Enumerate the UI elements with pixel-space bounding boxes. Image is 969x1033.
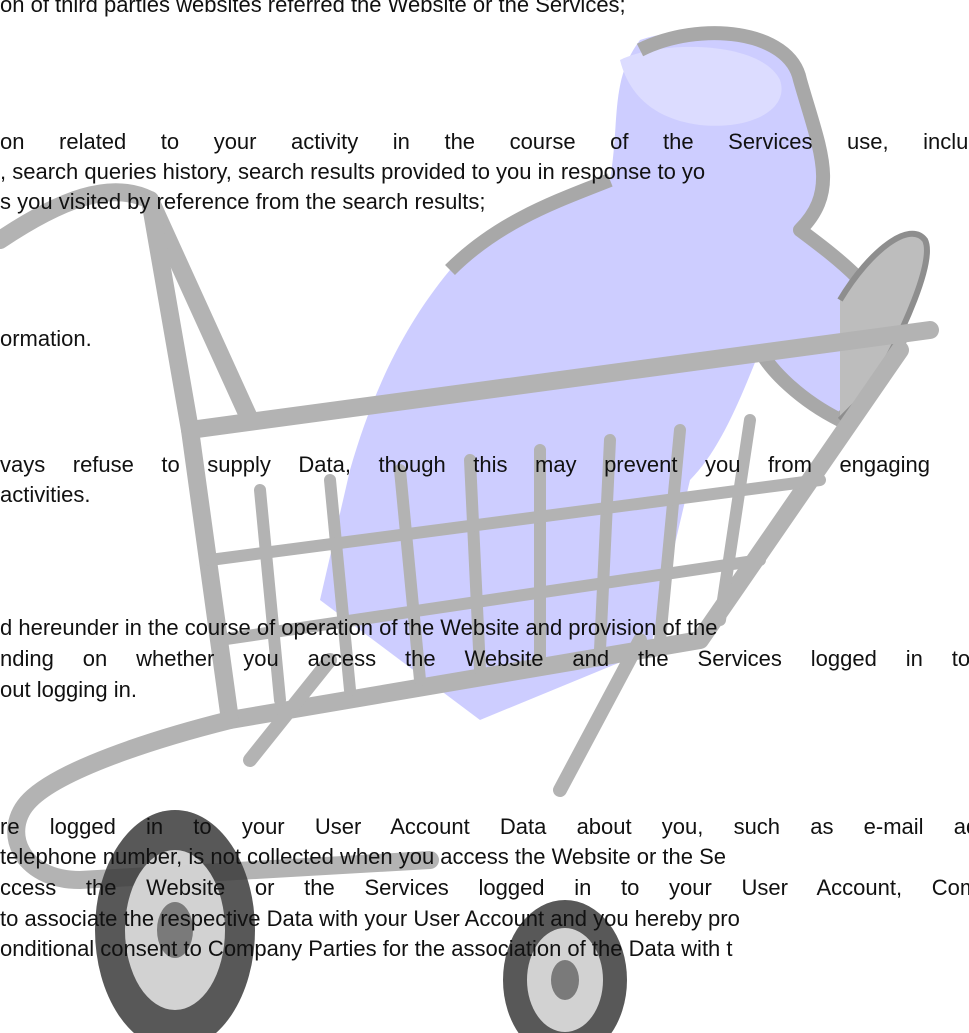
text-line: d hereunder in the course of operation o… bbox=[0, 615, 718, 640]
text-line: vays refuse to supply Data, though this … bbox=[0, 452, 930, 477]
text-line: out logging in. bbox=[0, 677, 137, 702]
text-line: onditional consent to Company Parties fo… bbox=[0, 936, 733, 961]
text-line: nding on whether you access the Website … bbox=[0, 646, 969, 671]
text-line: telephone number, is not collected when … bbox=[0, 844, 727, 869]
text-line: s you visited by reference from the sear… bbox=[0, 189, 486, 214]
text-line: on related to your activity in the cours… bbox=[0, 129, 969, 154]
text-line: ccess the Website or the Services logged… bbox=[0, 875, 969, 900]
text-line: re logged in to your User Account Data a… bbox=[0, 814, 969, 839]
text-line: , search queries history, search results… bbox=[0, 159, 706, 184]
text-line: ormation. bbox=[0, 326, 92, 351]
text-line: on of third parties websites referred th… bbox=[0, 0, 626, 17]
text-line: activities. bbox=[0, 482, 91, 507]
text-line: to associate the respective Data with yo… bbox=[0, 906, 740, 931]
